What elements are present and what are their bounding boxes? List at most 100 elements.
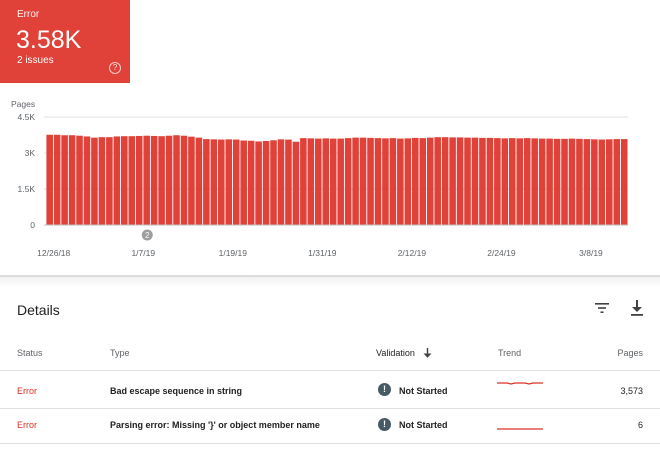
row-type[interactable]: Parsing error: Missing '}' or object mem… — [110, 420, 320, 430]
bar — [113, 136, 121, 225]
sort-arrow-down-icon — [423, 348, 432, 360]
bar — [195, 137, 203, 225]
x-tick-label: 3/8/19 — [579, 248, 603, 258]
bar — [240, 140, 247, 225]
bar — [307, 138, 315, 225]
bar — [218, 139, 225, 225]
bar — [486, 137, 494, 225]
bar — [464, 137, 471, 225]
bar — [613, 139, 621, 225]
column-header-status[interactable]: Status — [17, 348, 43, 358]
bar — [121, 136, 128, 225]
bar — [173, 135, 180, 225]
bar — [247, 140, 255, 225]
bar — [255, 141, 262, 225]
bar — [225, 139, 233, 225]
column-header-trend[interactable]: Trend — [498, 348, 521, 358]
row-status: Error — [17, 386, 37, 396]
bar — [374, 138, 382, 225]
bar — [598, 139, 606, 225]
bar — [277, 139, 285, 225]
x-tick-label: 2/12/19 — [398, 248, 427, 258]
error-count: 3.58K — [16, 26, 82, 54]
bar — [359, 137, 367, 225]
bar — [606, 139, 613, 225]
chart-svg: Pages 4.5K 3K 1.5K 0 12/26/18 1/7/19 1/19/19 1/3… — [11, 99, 628, 258]
bar — [456, 137, 464, 225]
bar — [538, 138, 546, 225]
bar — [337, 138, 344, 225]
bar — [203, 139, 210, 225]
y-tick-label: 4.5K — [18, 112, 36, 122]
bar — [561, 138, 568, 225]
bar — [494, 138, 501, 225]
bar — [135, 135, 143, 225]
pages-chart: Pages 4.5K 3K 1.5K 0 12/26/18 1/7/19 1/19/19 1/3… — [0, 92, 660, 274]
bar — [98, 137, 106, 225]
bar — [158, 136, 165, 225]
bar — [106, 137, 113, 225]
details-title: Details — [17, 302, 60, 318]
download-icon[interactable] — [629, 299, 645, 317]
alert-icon: ! — [378, 418, 391, 431]
bar — [389, 138, 397, 225]
bar — [232, 139, 240, 225]
help-icon[interactable]: ? — [109, 62, 121, 74]
x-tick-label: 1/7/19 — [131, 248, 155, 258]
bar — [329, 138, 337, 225]
bar — [262, 141, 270, 225]
x-tick-label: 1/31/19 — [308, 248, 337, 258]
x-tick-label: 12/26/18 — [37, 248, 70, 258]
bar — [150, 135, 158, 225]
bar — [412, 137, 419, 225]
y-tick-label: 1.5K — [18, 184, 36, 194]
alert-icon: ! — [378, 383, 391, 396]
bar — [419, 138, 427, 225]
bar — [315, 138, 322, 225]
error-label: Error — [17, 9, 40, 20]
bar — [434, 137, 441, 225]
bar — [83, 136, 91, 225]
y-tick-label: 0 — [30, 220, 35, 230]
section-divider-shadow — [0, 277, 660, 287]
bar — [509, 138, 516, 225]
row-status: Error — [17, 420, 37, 430]
bar — [591, 139, 598, 225]
bar — [91, 137, 98, 225]
bar — [479, 137, 486, 225]
issues-count: 2 issues — [17, 55, 54, 66]
bar — [471, 137, 479, 225]
filter-icon[interactable] — [594, 300, 610, 316]
bar — [180, 135, 188, 225]
validation-header-label: Validation — [376, 348, 415, 358]
bar — [68, 135, 76, 225]
bar — [367, 137, 374, 225]
bar — [352, 137, 359, 225]
bar — [426, 137, 434, 225]
column-header-validation[interactable]: Validation — [376, 348, 432, 360]
error-summary-card[interactable]: Error 3.58K 2 issues ? — [0, 0, 130, 83]
trend-sparkline — [497, 421, 545, 437]
column-header-type[interactable]: Type — [110, 348, 130, 358]
bar — [270, 140, 277, 225]
bar — [188, 136, 195, 225]
bar — [53, 134, 61, 225]
bar — [344, 138, 352, 225]
row-type[interactable]: Bad escape sequence in string — [110, 386, 242, 396]
bar — [165, 135, 173, 225]
bar — [382, 138, 389, 225]
bar — [404, 138, 412, 225]
bar — [516, 138, 524, 225]
bar — [322, 138, 330, 225]
bar — [128, 136, 136, 225]
y-axis-title: Pages — [11, 99, 35, 109]
bar — [449, 137, 456, 225]
bar — [292, 141, 300, 225]
bar — [46, 134, 53, 225]
bar — [531, 138, 538, 225]
x-tick-label: 2/24/19 — [487, 248, 516, 258]
bar — [300, 138, 307, 225]
bar — [285, 139, 292, 225]
column-header-pages[interactable]: Pages — [583, 348, 643, 358]
row-validation: Not Started — [399, 386, 448, 396]
